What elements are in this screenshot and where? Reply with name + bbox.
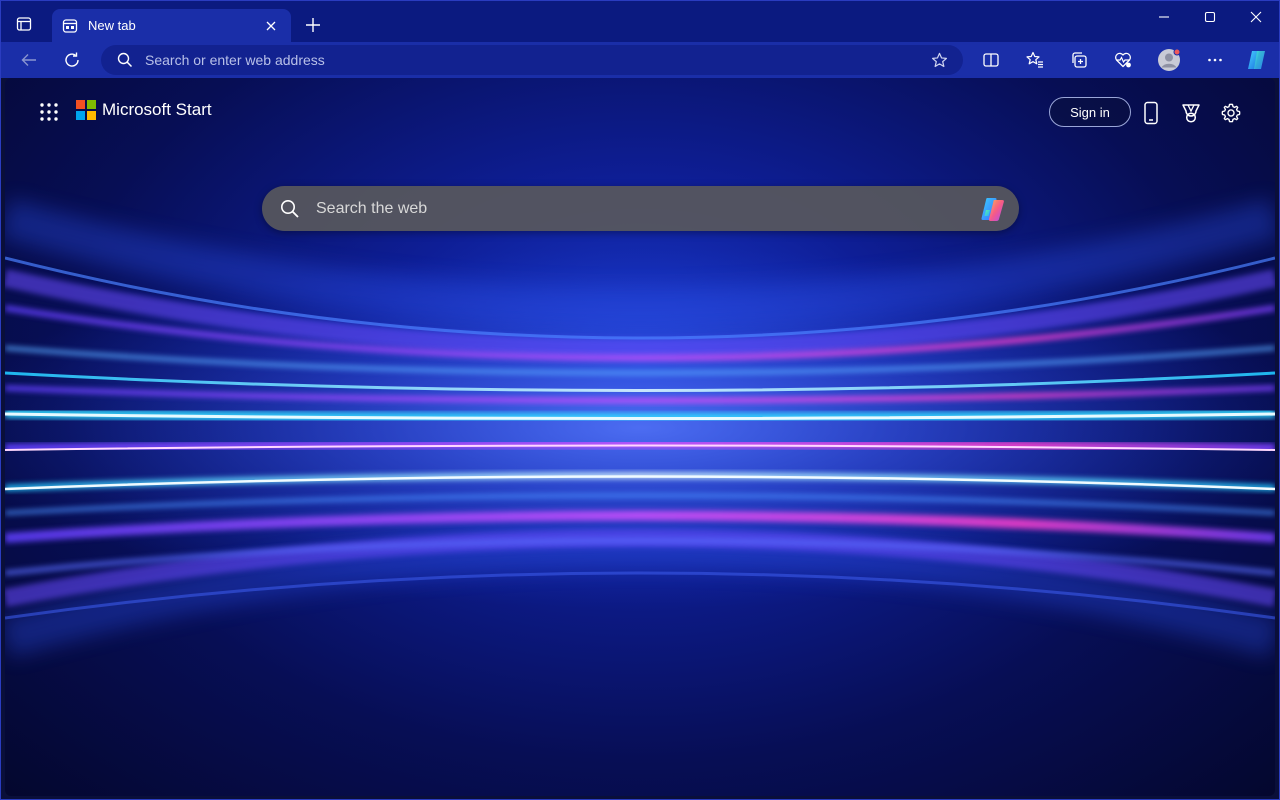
app-launcher-button[interactable] (35, 98, 63, 126)
settings-button[interactable] (1216, 98, 1246, 128)
newtab-page-icon (62, 18, 78, 33)
new-tab-page: Microsoft Start Sign in (5, 78, 1275, 796)
refresh-button[interactable] (57, 46, 87, 74)
tab-new-tab[interactable]: New tab (52, 9, 291, 42)
search-icon (117, 52, 133, 68)
close-icon (266, 21, 276, 30)
split-screen-button[interactable] (976, 46, 1006, 74)
tab-close-button[interactable] (261, 16, 281, 36)
window-close-button[interactable] (1233, 4, 1279, 30)
rewards-button[interactable] (1176, 98, 1206, 128)
browser-toolbar (0, 42, 1280, 78)
back-button[interactable] (14, 46, 44, 74)
split-screen-icon (983, 53, 999, 67)
copilot-icon (1248, 51, 1265, 69)
back-arrow-icon (21, 54, 36, 66)
phone-button[interactable] (1136, 98, 1166, 128)
tab-actions-button[interactable] (10, 10, 38, 38)
favorites-button[interactable] (1020, 46, 1050, 74)
address-bar[interactable] (101, 45, 963, 75)
plus-icon (306, 18, 320, 32)
window-close-icon (1250, 11, 1262, 23)
maximize-icon (1204, 11, 1216, 23)
favorites-icon (1026, 51, 1043, 68)
star-icon (931, 52, 947, 67)
web-search-input[interactable] (316, 199, 977, 218)
web-search-box[interactable] (262, 186, 1019, 231)
more-options-button[interactable] (1200, 46, 1230, 74)
title-bar: New tab (0, 0, 1280, 42)
tab-actions-icon (16, 17, 32, 31)
collections-icon (1072, 52, 1087, 68)
ellipsis-icon (1208, 58, 1222, 62)
maximize-button[interactable] (1187, 4, 1233, 30)
browser-essentials-button[interactable] (1108, 46, 1138, 74)
gear-icon (1221, 103, 1241, 123)
heart-pulse-icon (1115, 52, 1131, 68)
copilot-search-button[interactable] (977, 193, 1009, 225)
copilot-icon (981, 197, 1004, 221)
minimize-button[interactable] (1141, 4, 1187, 30)
search-icon (281, 199, 299, 218)
app-launcher-grid-icon (40, 103, 58, 121)
collections-button[interactable] (1064, 46, 1094, 74)
phone-icon (1144, 101, 1158, 125)
brand-name: Microsoft Start (102, 100, 212, 119)
profile-button[interactable] (1154, 46, 1184, 74)
copilot-button[interactable] (1242, 46, 1272, 74)
address-input[interactable] (145, 52, 927, 68)
refresh-icon (65, 52, 79, 67)
minimize-icon (1159, 16, 1169, 18)
tab-title: New tab (88, 18, 136, 33)
rewards-trophy-icon (1182, 104, 1200, 123)
sign-in-button[interactable]: Sign in (1049, 97, 1131, 127)
favorite-button[interactable] (927, 48, 951, 72)
new-tab-button[interactable] (300, 12, 326, 38)
microsoft-start-logo[interactable]: Microsoft Start (76, 100, 212, 120)
microsoft-logo-icon (76, 100, 96, 120)
profile-avatar-icon (1158, 48, 1181, 71)
